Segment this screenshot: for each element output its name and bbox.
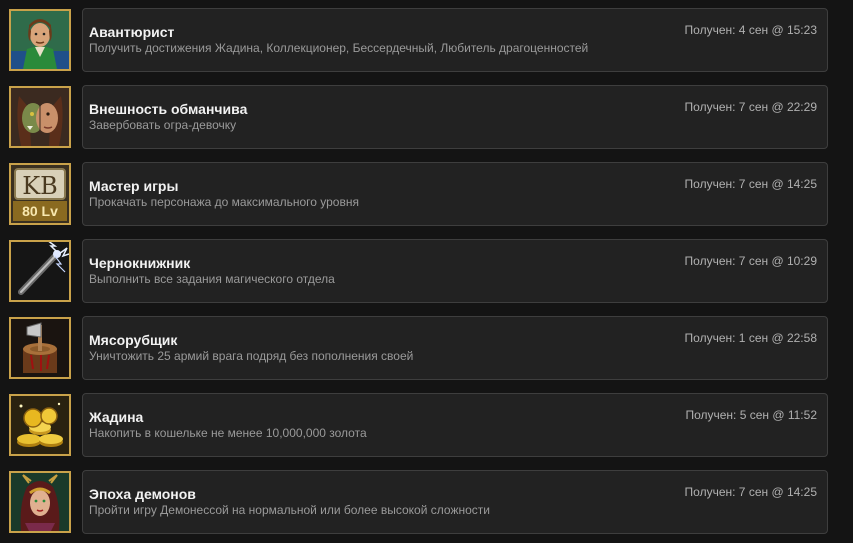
achievement-card: Авантюрист Получить достижения Жадина, К… (82, 8, 828, 72)
achievement-date: Получен: 5 сен @ 11:52 (685, 408, 817, 422)
achievement-row[interactable]: Жадина Накопить в кошельке не менее 10,0… (0, 393, 853, 462)
achievement-date: Получен: 7 сен @ 14:25 (684, 485, 817, 499)
achievement-row[interactable]: Эпоха демонов Пройти игру Демонессой на … (0, 470, 853, 539)
achievement-description: Прокачать персонажа до максимального уро… (89, 195, 359, 209)
achievement-title: Внешность обманчива (89, 101, 248, 117)
gold-coins-icon (9, 394, 71, 456)
achievement-description: Получить достижения Жадина, Коллекционер… (89, 41, 589, 55)
achievement-description: Завербовать огра-девочку (89, 118, 237, 132)
achievement-date: Получен: 1 сен @ 22:58 (684, 331, 817, 345)
achievement-title: Жадина (89, 409, 144, 425)
achievement-title: Мастер игры (89, 178, 179, 194)
achievement-row[interactable]: KB 80 Lv Мастер игры Прокачать персонажа… (0, 162, 853, 231)
achievement-row[interactable]: Мясорубщик Уничтожить 25 армий врага под… (0, 316, 853, 385)
badge-level: 80 Lv (22, 203, 58, 219)
achievement-card: Чернокнижник Выполнить все задания магич… (82, 239, 828, 303)
level-80-badge-icon: KB 80 Lv (9, 163, 71, 225)
lightning-staff-icon (9, 240, 71, 302)
achievement-row[interactable]: Внешность обманчива Завербовать огра-дев… (0, 85, 853, 154)
achievement-card: Мастер игры Прокачать персонажа до макси… (82, 162, 828, 226)
ogre-girl-portrait-icon (9, 86, 71, 148)
achievement-date: Получен: 7 сен @ 22:29 (684, 100, 817, 114)
achievement-title: Мясорубщик (89, 332, 178, 348)
achievement-title: Чернокнижник (89, 255, 191, 271)
achievement-row[interactable]: Чернокнижник Выполнить все задания магич… (0, 239, 853, 308)
achievement-description: Выполнить все задания магического отдела (89, 272, 335, 286)
achievement-description: Пройти игру Демонессой на нормальной или… (89, 503, 490, 517)
achievement-date: Получен: 7 сен @ 14:25 (684, 177, 817, 191)
achievement-card: Эпоха демонов Пройти игру Демонессой на … (82, 470, 828, 534)
achievement-row[interactable]: Авантюрист Получить достижения Жадина, К… (0, 8, 853, 77)
achievement-title: Эпоха демонов (89, 486, 196, 502)
achievement-card: Мясорубщик Уничтожить 25 армий врага под… (82, 316, 828, 380)
achievement-card: Внешность обманчива Завербовать огра-дев… (82, 85, 828, 149)
badge-letters: KB (22, 172, 58, 200)
achievement-date: Получен: 4 сен @ 15:23 (684, 23, 817, 37)
achievement-description: Накопить в кошельке не менее 10,000,000 … (89, 426, 367, 440)
achievement-card: Жадина Накопить в кошельке не менее 10,0… (82, 393, 828, 457)
chopping-block-axe-icon (9, 317, 71, 379)
demoness-portrait-icon (9, 471, 71, 533)
adventurer-portrait-icon (9, 9, 71, 71)
achievement-title: Авантюрист (89, 24, 175, 40)
achievement-description: Уничтожить 25 армий врага подряд без поп… (89, 349, 414, 363)
achievement-date: Получен: 7 сен @ 10:29 (684, 254, 817, 268)
